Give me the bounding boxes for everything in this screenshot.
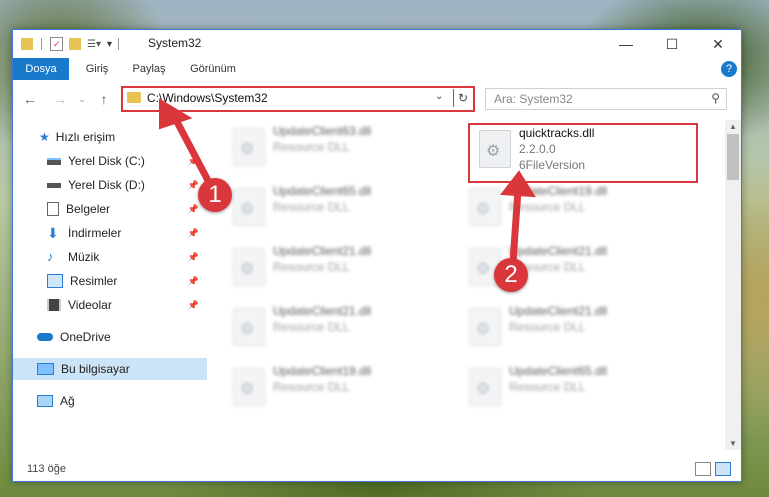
step-badge-1: 1 xyxy=(198,178,232,212)
step-badge-2: 2 xyxy=(494,258,528,292)
annotation-arrows xyxy=(159,98,536,266)
arrow-line-2 xyxy=(509,186,522,266)
arrow-head-1 xyxy=(159,98,193,130)
arrow-head-2 xyxy=(500,170,536,198)
